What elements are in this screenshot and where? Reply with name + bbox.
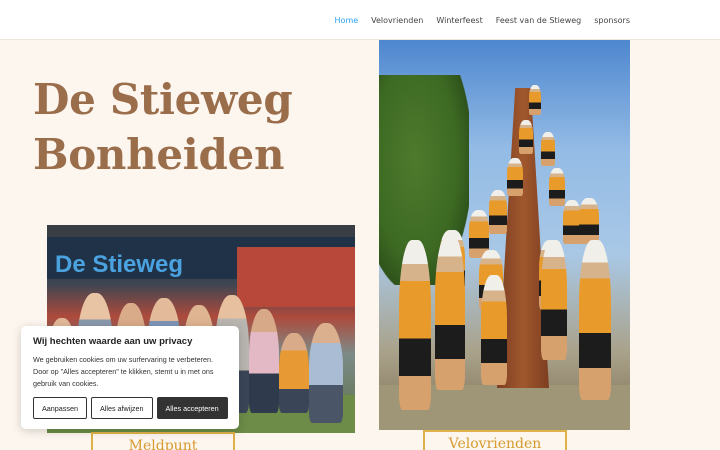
- cookie-title: Wij hechten waarde aan uw privacy: [33, 336, 193, 347]
- cyclist-figure: [519, 120, 533, 154]
- main-nav: Home Velovrienden Winterfeest Feest van …: [335, 0, 630, 40]
- crowd-person: [309, 323, 343, 423]
- nav-item-winterfeest[interactable]: Winterfeest: [436, 16, 482, 25]
- cyclist-figure: [529, 85, 541, 115]
- nav-item-home[interactable]: Home: [335, 16, 359, 25]
- nav-item-sponsors[interactable]: sponsors: [594, 16, 630, 25]
- cyclist-figure: [435, 235, 465, 390]
- cookie-consent-dialog: Wij hechten waarde aan uw privacy We geb…: [21, 326, 239, 429]
- cyclist-figure: [579, 198, 599, 244]
- cookie-actions: Aanpassen Alles afwijzen Alles acceptere…: [33, 397, 228, 419]
- meldpunt-button[interactable]: Meldpunt: [91, 432, 235, 450]
- page-title: De Stieweg Bonheiden: [33, 72, 353, 182]
- cyclist-figure: [541, 240, 567, 360]
- cyclist-figure: [549, 168, 565, 206]
- cyclist-figure: [507, 158, 523, 196]
- nav-item-velovrienden[interactable]: Velovrienden: [371, 16, 423, 25]
- accept-all-button[interactable]: Alles accepteren: [156, 397, 228, 419]
- customize-button[interactable]: Aanpassen: [33, 397, 87, 419]
- crowd-person: [249, 309, 279, 413]
- crowd-person: [279, 333, 309, 413]
- top-header: Home Velovrienden Winterfeest Feest van …: [0, 0, 720, 40]
- cookie-body: We gebruiken cookies om uw surfervaring …: [33, 355, 214, 388]
- cyclist-figure: [541, 132, 555, 166]
- cyclist-figure: [579, 240, 611, 400]
- velovrienden-button[interactable]: Velovrienden: [423, 430, 567, 450]
- nav-item-feest-van-de-stieweg[interactable]: Feest van de Stieweg: [496, 16, 582, 25]
- title-line-1: De Stieweg: [33, 75, 293, 124]
- reject-all-button[interactable]: Alles afwijzen: [90, 397, 153, 419]
- tent-roof: [47, 225, 355, 237]
- cyclist-figure: [489, 190, 507, 234]
- cyclist-figure: [399, 240, 431, 410]
- cyclists-tower-photo: [379, 40, 630, 430]
- cyclist-figure: [481, 275, 507, 385]
- title-line-2: Bonheiden: [33, 130, 285, 179]
